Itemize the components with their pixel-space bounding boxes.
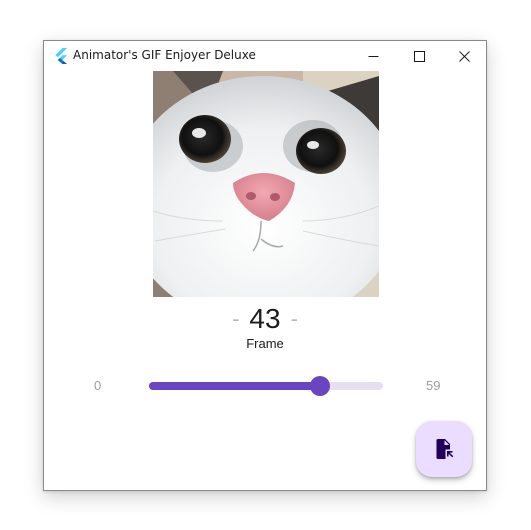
slider-min-label: 0 (94, 378, 102, 393)
slider-max-label: 59 (426, 378, 441, 393)
close-icon (458, 50, 470, 62)
open-file-icon (436, 439, 454, 459)
slider-thumb[interactable] (309, 376, 330, 396)
close-button[interactable] (441, 41, 487, 71)
frame-dash-right: - (290, 307, 298, 331)
frame-label: Frame (246, 336, 284, 351)
app-window: Animator's GIF Enjoyer Deluxe - 43 - Fra… (43, 40, 487, 491)
maximize-icon (413, 50, 425, 62)
minimize-button[interactable] (350, 41, 396, 71)
frame-number: 43 (249, 303, 281, 334)
slider-active-track[interactable] (149, 382, 320, 390)
title-bar[interactable]: Animator's GIF Enjoyer Deluxe (44, 41, 486, 71)
maximize-button[interactable] (396, 41, 442, 71)
gif-frame-image (153, 71, 379, 297)
window-title: Animator's GIF Enjoyer Deluxe (73, 48, 256, 62)
frame-slider[interactable] (149, 374, 383, 398)
open-file-button[interactable] (416, 421, 472, 477)
minimize-icon (368, 55, 378, 57)
frame-counter: - 43 - (44, 299, 486, 339)
flutter-logo-icon (55, 48, 67, 64)
frame-dash-left: - (232, 307, 240, 331)
